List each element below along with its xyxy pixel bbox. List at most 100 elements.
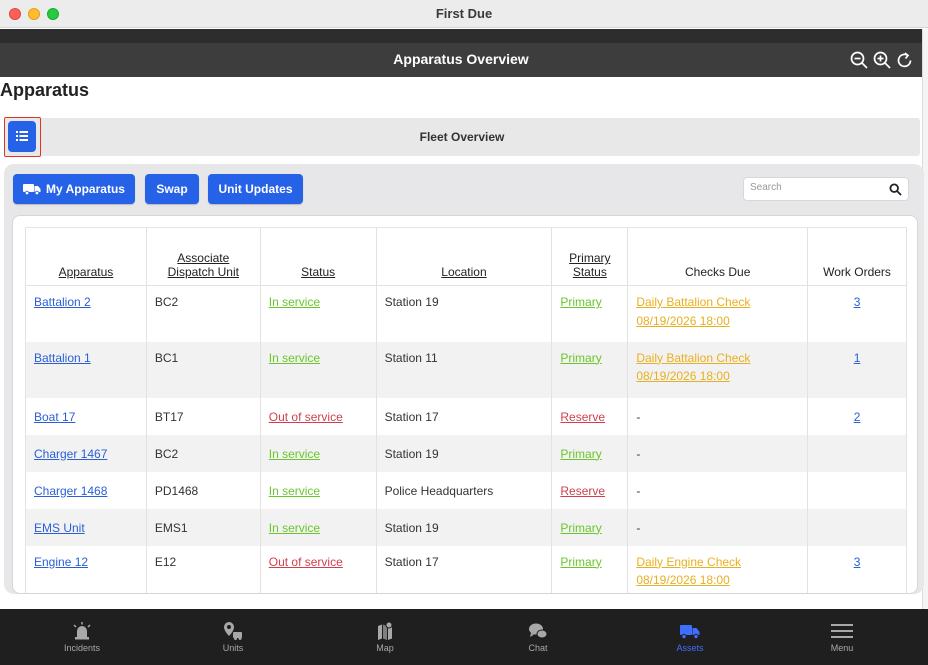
list-icon (16, 131, 28, 141)
nav-label-assets: Assets (676, 643, 704, 653)
nav-label-map: Map (376, 643, 394, 653)
check-due-link[interactable]: Daily Battalion Check (636, 295, 750, 309)
search-box[interactable] (743, 177, 909, 201)
dispatch-unit: E12 (154, 554, 177, 569)
work-orders-link[interactable]: 2 (854, 410, 861, 424)
table-row: Battalion 1 BC1 In service Station 11 Pr… (25, 341, 907, 398)
apparatus-link[interactable]: EMS Unit (34, 521, 85, 535)
apparatus-link[interactable]: Charger 1468 (34, 484, 107, 498)
status-link[interactable]: In service (269, 484, 320, 498)
nav-label-menu: Menu (830, 643, 854, 653)
location: Police Headquarters (384, 483, 494, 498)
check-due-date[interactable]: 08/19/2026 18:00 (636, 369, 729, 383)
zoom-in-icon[interactable] (872, 50, 892, 70)
location: Station 19 (384, 446, 439, 461)
truck-icon (680, 625, 700, 640)
zoom-out-icon[interactable] (849, 50, 869, 70)
title-bar: First Due (0, 0, 928, 28)
my-apparatus-button[interactable]: My Apparatus (13, 174, 135, 204)
truck-icon (23, 184, 41, 195)
column-header-checks-due: Checks Due (627, 227, 809, 286)
table-header-row: Apparatus Associate Dispatch Unit Status … (25, 227, 907, 286)
column-header-apparatus[interactable]: Apparatus (25, 227, 147, 286)
primary-status-link[interactable]: Primary (560, 521, 601, 535)
work-orders-link[interactable]: 3 (854, 555, 861, 569)
search-icon[interactable] (889, 183, 902, 196)
alarm-light-icon (73, 622, 91, 640)
table-row: Boat 17 BT17 Out of service Station 17 R… (25, 397, 907, 435)
bottom-navigation: Incidents Units Map Chat Assets Menu (0, 609, 928, 665)
chat-icon (529, 623, 548, 639)
my-apparatus-label: My Apparatus (46, 182, 125, 196)
table-row: Engine 12 E12 Out of service Station 17 … (25, 545, 907, 593)
dispatch-unit: BC2 (154, 446, 179, 461)
status-link[interactable]: In service (269, 521, 320, 535)
status-link[interactable]: Out of service (269, 410, 343, 424)
apparatus-link[interactable]: Charger 1467 (34, 447, 107, 461)
nav-item-chat[interactable]: Chat (478, 609, 598, 665)
dispatch-unit: BC1 (154, 350, 179, 365)
status-link[interactable]: In service (269, 295, 320, 309)
table-row: EMS Unit EMS1 In service Station 19 Prim… (25, 508, 907, 546)
list-view-button-face[interactable] (8, 121, 36, 152)
work-orders-link[interactable]: 3 (854, 295, 861, 309)
check-due-date[interactable]: 08/19/2026 18:00 (636, 314, 729, 328)
check-due-link[interactable]: Daily Engine Check (636, 555, 741, 569)
apparatus-table-container[interactable]: Apparatus Associate Dispatch Unit Status … (12, 215, 918, 594)
primary-status-link[interactable]: Primary (560, 447, 601, 461)
refresh-icon[interactable] (895, 50, 915, 70)
location: Station 11 (384, 350, 438, 365)
fleet-overview-title: Fleet Overview (419, 130, 505, 144)
table-row: Charger 1468 PD1468 In service Police He… (25, 471, 907, 509)
check-due-date[interactable]: 08/19/2026 18:00 (636, 573, 729, 587)
table-row: Battalion 2 BC2 In service Station 19 Pr… (25, 285, 907, 342)
location: Station 19 (384, 520, 439, 535)
app-window: First Due Apparatus Overview Apparatus F… (0, 0, 928, 665)
location: Station 19 (384, 295, 439, 309)
check-due-link[interactable]: Daily Battalion Check (636, 351, 750, 365)
dispatch-unit: EMS1 (154, 520, 188, 535)
apparatus-link[interactable]: Battalion 2 (34, 295, 91, 309)
primary-status-link[interactable]: Primary (560, 295, 601, 309)
swap-button[interactable]: Swap (145, 174, 199, 204)
column-header-location[interactable]: Location (375, 227, 553, 286)
work-orders-link[interactable]: 1 (854, 351, 861, 365)
apparatus-link[interactable]: Battalion 1 (34, 351, 91, 365)
hamburger-menu-icon (831, 624, 853, 638)
check-due-text: - (636, 409, 641, 424)
list-view-toggle-button[interactable] (4, 117, 41, 157)
unit-updates-button[interactable]: Unit Updates (208, 174, 303, 204)
dispatch-unit: BT17 (154, 409, 184, 424)
nav-label-units: Units (222, 643, 244, 653)
primary-status-link[interactable]: Reserve (560, 410, 605, 424)
window-title: First Due (435, 6, 493, 21)
table-row: Charger 1467 BC2 In service Station 19 P… (25, 434, 907, 472)
search-input[interactable] (750, 182, 880, 193)
status-link[interactable]: Out of service (269, 555, 343, 569)
column-header-primary-status[interactable]: Primary Status (551, 227, 629, 286)
location: Station 17 (384, 554, 439, 569)
header-title: Apparatus Overview (393, 51, 529, 67)
nav-item-map[interactable]: Map (325, 609, 445, 665)
map-icon (378, 621, 393, 640)
app-header: Apparatus Overview (0, 29, 922, 77)
status-link[interactable]: In service (269, 447, 320, 461)
nav-item-units[interactable]: Units (173, 609, 293, 665)
nav-item-menu[interactable]: Menu (782, 609, 902, 665)
dispatch-unit: PD1468 (154, 483, 199, 498)
primary-status-link[interactable]: Reserve (560, 484, 605, 498)
nav-item-assets[interactable]: Assets (630, 609, 750, 665)
primary-status-link[interactable]: Primary (560, 555, 601, 569)
check-due-text: - (636, 520, 641, 535)
nav-label-chat: Chat (528, 643, 548, 653)
nav-item-incidents[interactable]: Incidents (22, 609, 142, 665)
column-header-dispatch-unit[interactable]: Associate Dispatch Unit (145, 227, 261, 286)
nav-label-incidents: Incidents (63, 643, 101, 653)
column-header-status[interactable]: Status (259, 227, 377, 286)
primary-status-link[interactable]: Primary (560, 351, 601, 365)
status-link[interactable]: In service (269, 351, 320, 365)
apparatus-table: Apparatus Associate Dispatch Unit Status … (25, 227, 907, 593)
apparatus-link[interactable]: Boat 17 (34, 410, 75, 424)
apparatus-link[interactable]: Engine 12 (34, 555, 88, 569)
dispatch-unit: BC2 (154, 295, 179, 309)
